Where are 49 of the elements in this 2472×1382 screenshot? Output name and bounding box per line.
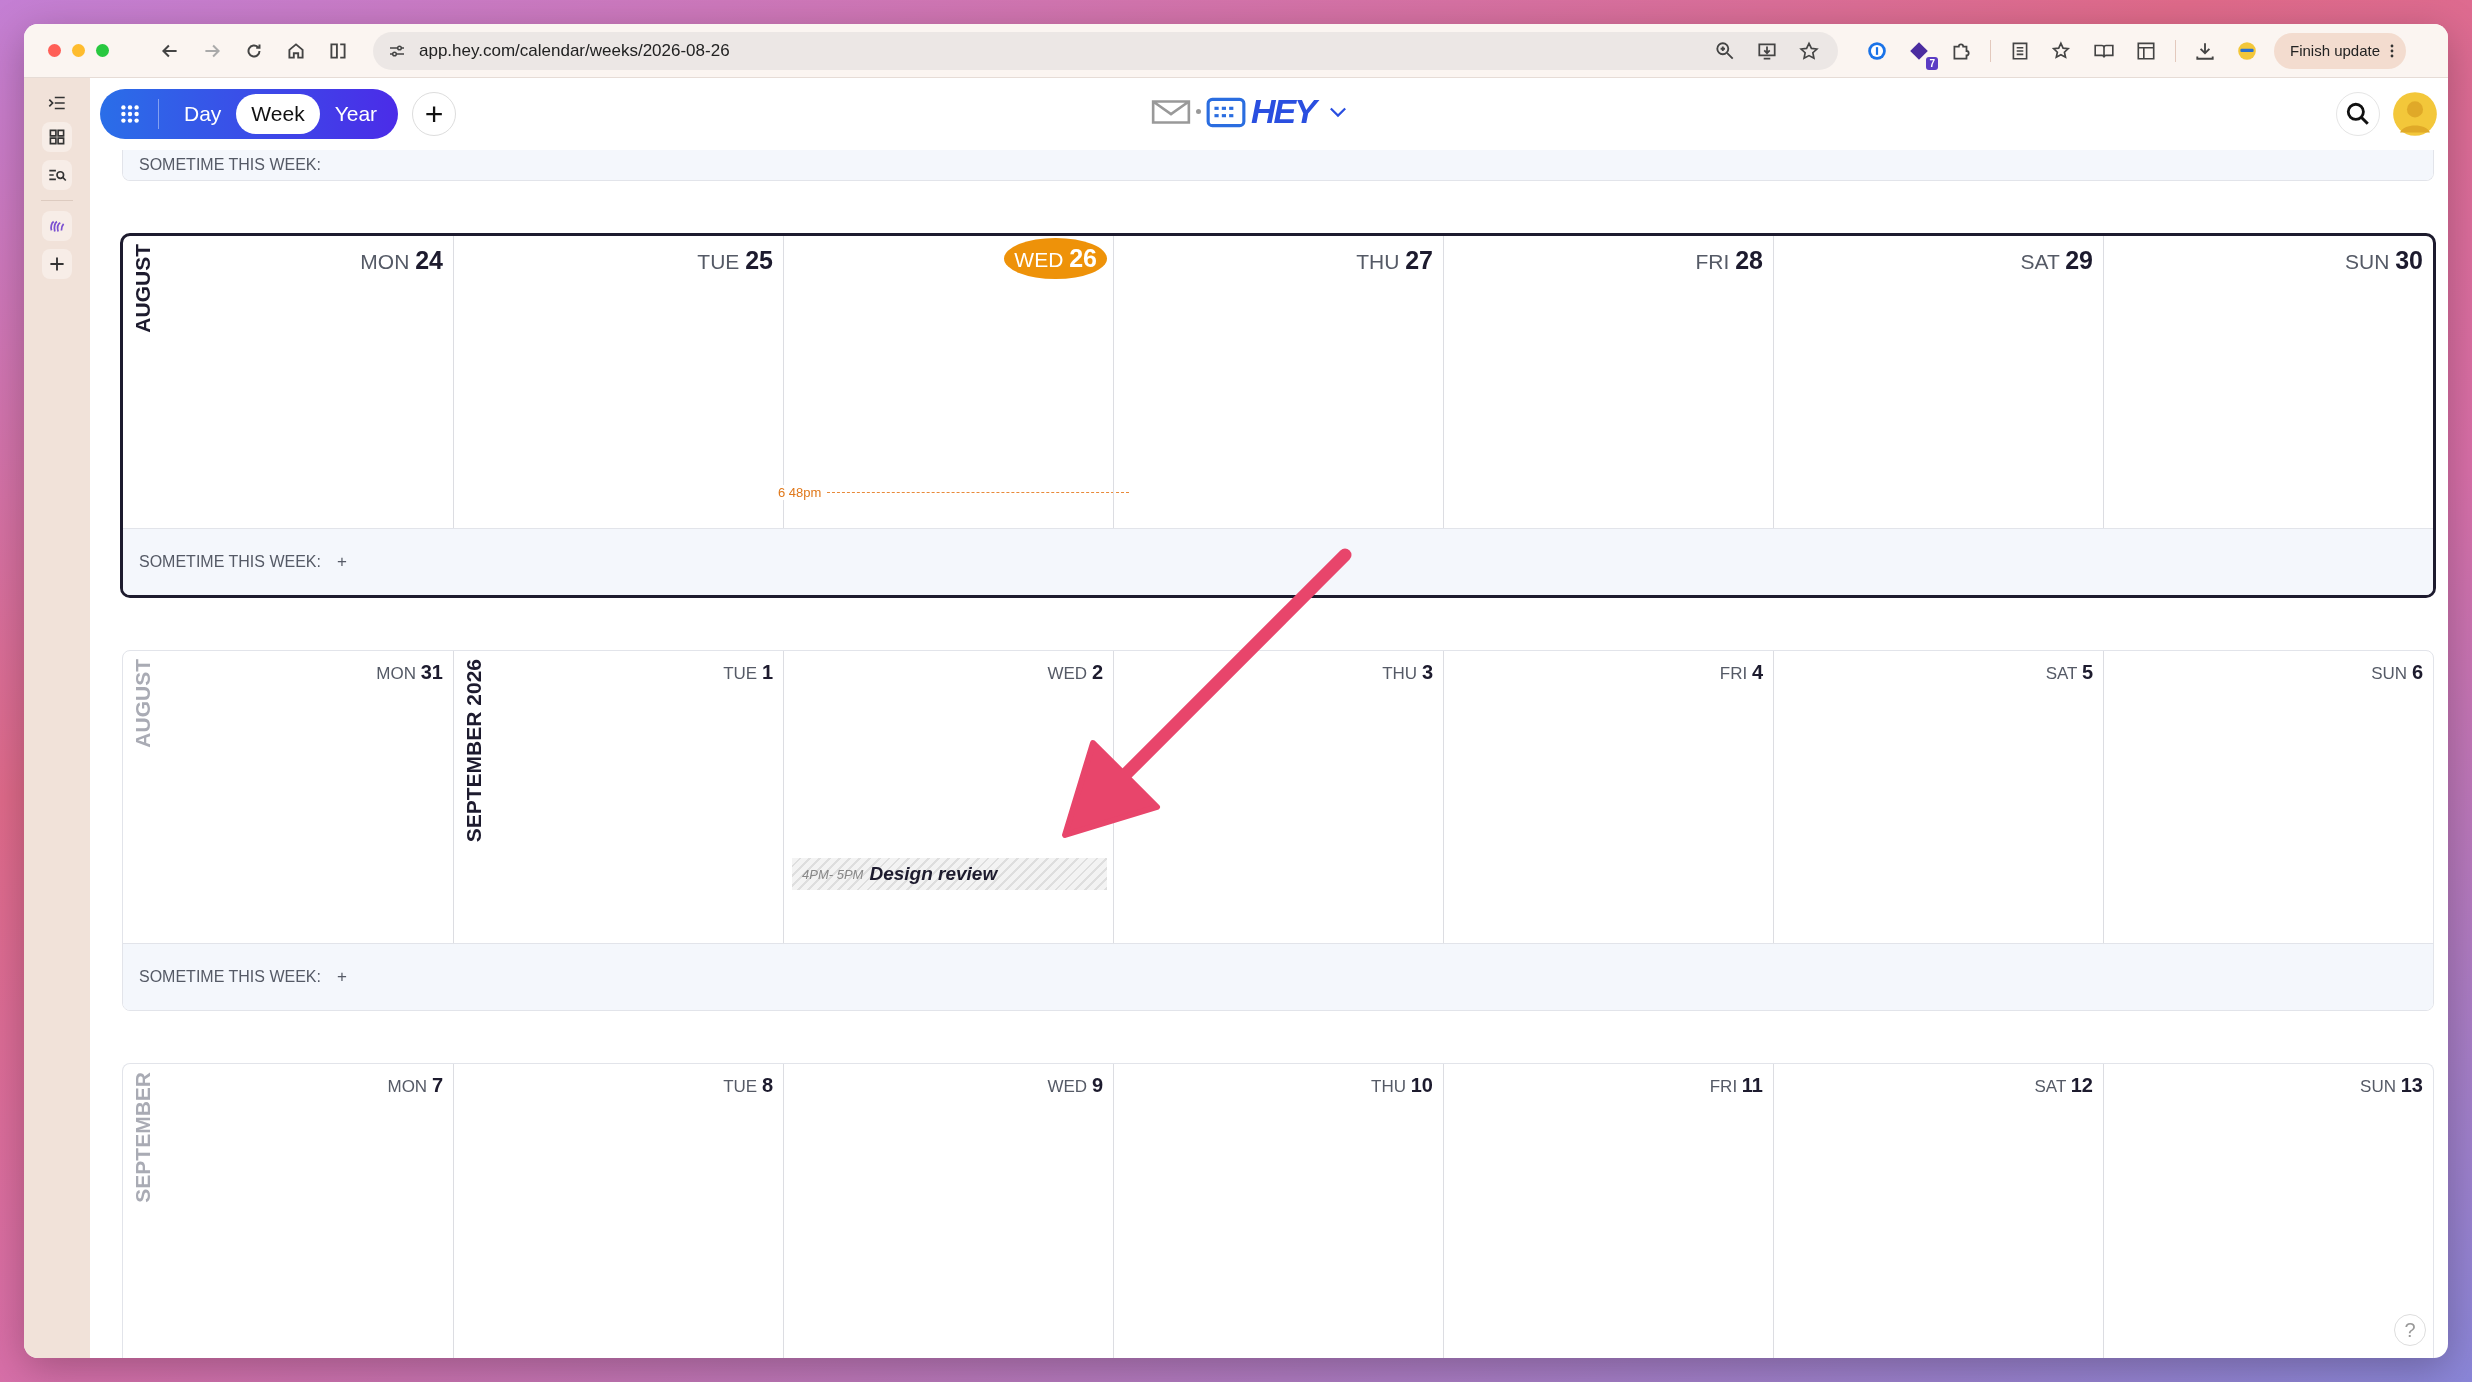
starred-list-icon[interactable] [2051, 39, 2073, 62]
search-icon[interactable] [2345, 101, 2371, 127]
more-icon [2390, 43, 2395, 58]
day-header[interactable]: FRI 28 [1691, 244, 1767, 277]
add-sometime-button[interactable]: + [334, 552, 349, 572]
day-header[interactable]: THU 3 [1378, 659, 1437, 686]
day-header[interactable]: SAT 12 [2030, 1072, 2097, 1099]
view-tab[interactable]: Day [169, 94, 237, 134]
extension-badge: 7 [1926, 56, 1938, 70]
view-tab[interactable]: Year [319, 94, 393, 134]
bookmark-star-icon[interactable] [1798, 39, 1820, 62]
month-label: SEPTEMBER [131, 1072, 155, 1203]
day-header[interactable]: SUN 13 [2356, 1072, 2427, 1099]
day-header[interactable]: WED 2 [1043, 659, 1107, 686]
current-time-label: 6 48pm [778, 485, 822, 500]
day-header[interactable]: SUN 6 [2367, 659, 2427, 686]
day-header[interactable]: THU 27 [1352, 244, 1437, 277]
apps-grid-icon[interactable] [119, 103, 141, 125]
sometime-label: SOMETIME THIS WEEK: [139, 553, 321, 571]
day-header[interactable]: TUE 25 [693, 244, 777, 277]
day-header[interactable]: MON 31 [372, 659, 447, 686]
day-header[interactable]: SAT 5 [2041, 659, 2097, 686]
day-header[interactable]: TUE 1 [719, 659, 777, 686]
chevron-down-icon[interactable] [1328, 105, 1347, 118]
day-header[interactable]: SUN 30 [2341, 244, 2427, 277]
calendar-event[interactable]: 4PM- 5PM Design review [792, 858, 1107, 890]
day-header[interactable]: WED 9 [1043, 1072, 1107, 1099]
day-header[interactable]: TUE 8 [719, 1072, 777, 1099]
sometime-label: SOMETIME THIS WEEK: [139, 156, 321, 174]
day-header[interactable]: MON 7 [383, 1072, 447, 1099]
zoom-icon[interactable] [1714, 39, 1736, 62]
month-label: SEPTEMBER 2026 [462, 659, 486, 843]
month-label: AUGUST [131, 244, 155, 333]
layout-icon[interactable] [2135, 39, 2157, 62]
add-button[interactable]: + [412, 92, 457, 136]
add-sometime-button[interactable]: + [334, 967, 349, 987]
close-window-button[interactable] [48, 44, 61, 57]
sometime-label: SOMETIME THIS WEEK: [139, 968, 321, 986]
view-tab[interactable]: Week [236, 94, 320, 134]
day-header[interactable]: FRI 4 [1715, 659, 1767, 686]
password-manager-icon[interactable] [1866, 39, 1888, 62]
day-header[interactable]: MON 24 [356, 244, 447, 277]
finish-update-button[interactable]: Finish update [2274, 32, 2407, 69]
address-bar[interactable]: app.hey.com/calendar/weeks/2026-08-26 [373, 31, 1838, 70]
day-header[interactable]: FRI 11 [1705, 1072, 1767, 1099]
day-header[interactable]: SAT 29 [2016, 244, 2097, 277]
month-label: AUGUST [131, 659, 155, 748]
day-header[interactable]: THU 10 [1367, 1072, 1437, 1099]
profile-avatar-icon[interactable] [2236, 39, 2258, 62]
